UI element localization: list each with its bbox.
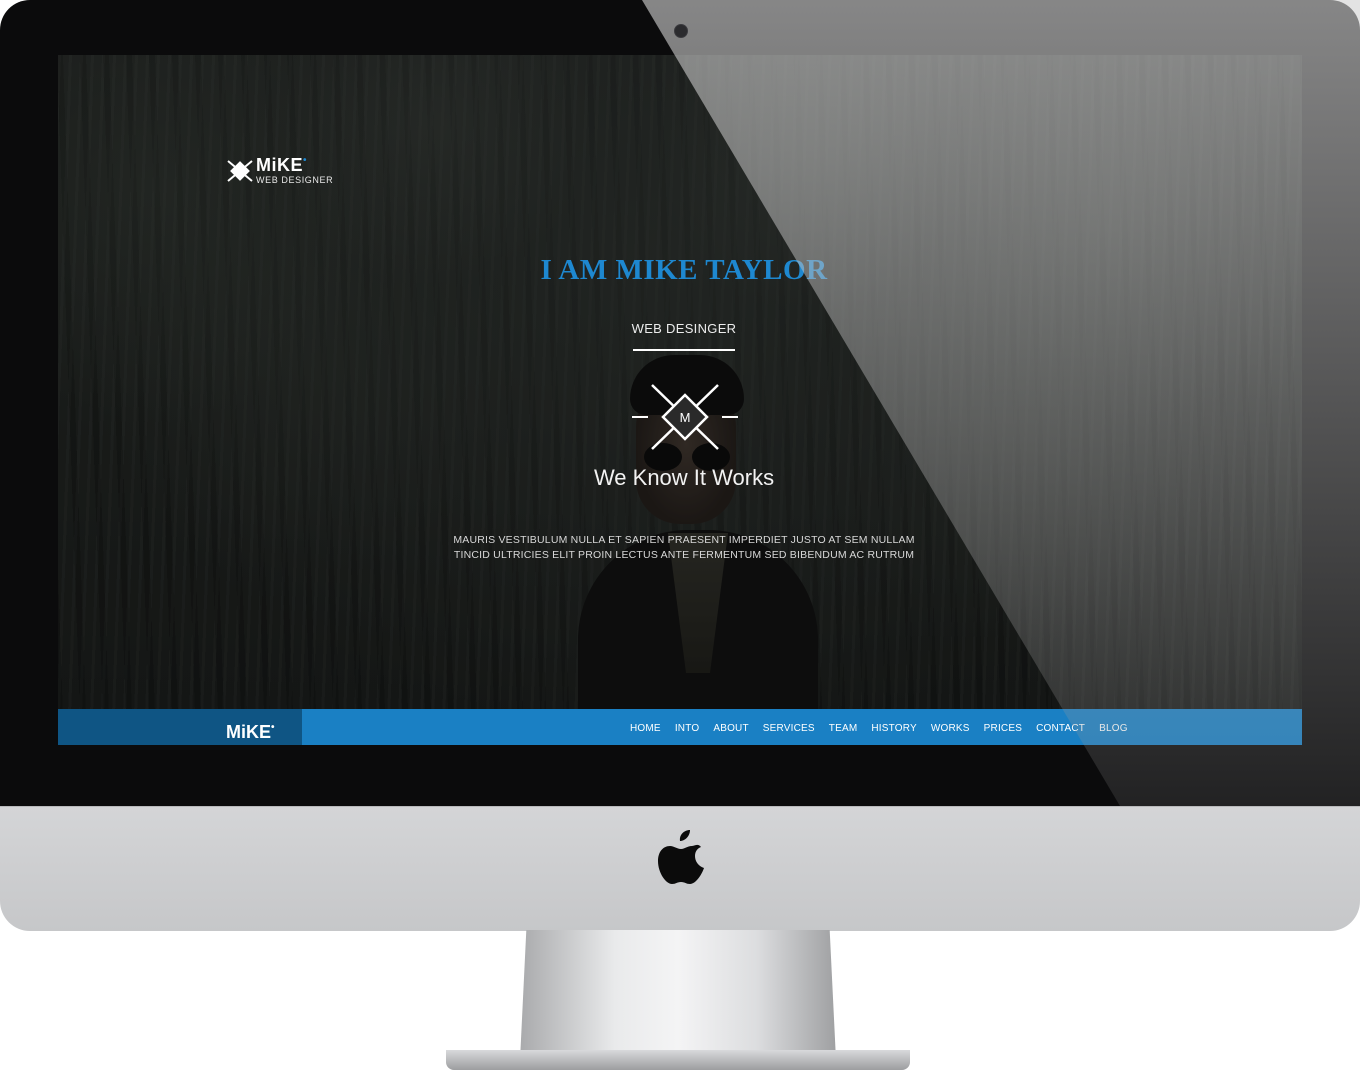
navbar: MiKE• HOME INTO ABOUT SERVICES TEAM HIST…	[58, 709, 1302, 745]
nav-item-about[interactable]: ABOUT	[713, 723, 748, 734]
logo-name: MiKE•	[256, 155, 308, 175]
logo-tagline: WEB DESIGNER	[256, 175, 334, 185]
nav-item-into[interactable]: INTO	[675, 723, 700, 734]
emblem-icon: M	[632, 384, 738, 450]
intro-paragraph: MAURIS VESTIBULUM NULLA ET SAPIEN PRAESE…	[434, 533, 934, 563]
hero-section: MiKE• WEB DESIGNER I AM MIKE TAYLOR WEB …	[58, 55, 1302, 745]
nav-item-blog[interactable]: BLOG	[1099, 723, 1128, 734]
nav-item-services[interactable]: SERVICES	[763, 723, 815, 734]
nav-links: HOME INTO ABOUT SERVICES TEAM HISTORY WO…	[630, 723, 1142, 734]
screen: MiKE• WEB DESIGNER I AM MIKE TAYLOR WEB …	[58, 55, 1302, 745]
nav-item-home[interactable]: HOME	[630, 723, 661, 734]
nav-item-contact[interactable]: CONTACT	[1036, 723, 1085, 734]
emblem-letter: M	[680, 410, 691, 425]
navbar-brand-text: MiKE•	[226, 722, 275, 742]
monitor-stand-neck	[520, 930, 836, 1060]
apple-icon	[658, 830, 704, 884]
monitor-stand-base	[446, 1050, 910, 1070]
nav-item-prices[interactable]: PRICES	[984, 723, 1022, 734]
hero-subtitle: WEB DESINGER	[631, 321, 737, 336]
navbar-brand[interactable]: MiKE•	[58, 709, 302, 745]
paragraph-line: MAURIS VESTIBULUM NULLA ET SAPIEN PRAESE…	[453, 534, 915, 546]
hero-title: I AM MIKE TAYLOR	[540, 254, 828, 286]
paragraph-line: TINCID ULTRICIES ELIT PROIN LECTUS ANTE …	[453, 549, 915, 561]
hero-divider	[633, 349, 735, 351]
tagline: We Know It Works	[593, 465, 775, 490]
monitor-bezel: MiKE• WEB DESIGNER I AM MIKE TAYLOR WEB …	[0, 0, 1360, 806]
nav-item-team[interactable]: TEAM	[829, 723, 858, 734]
nav-item-history[interactable]: HISTORY	[871, 723, 917, 734]
camera-icon	[674, 24, 688, 38]
nav-item-works[interactable]: WORKS	[931, 723, 970, 734]
logo-icon	[227, 160, 253, 182]
